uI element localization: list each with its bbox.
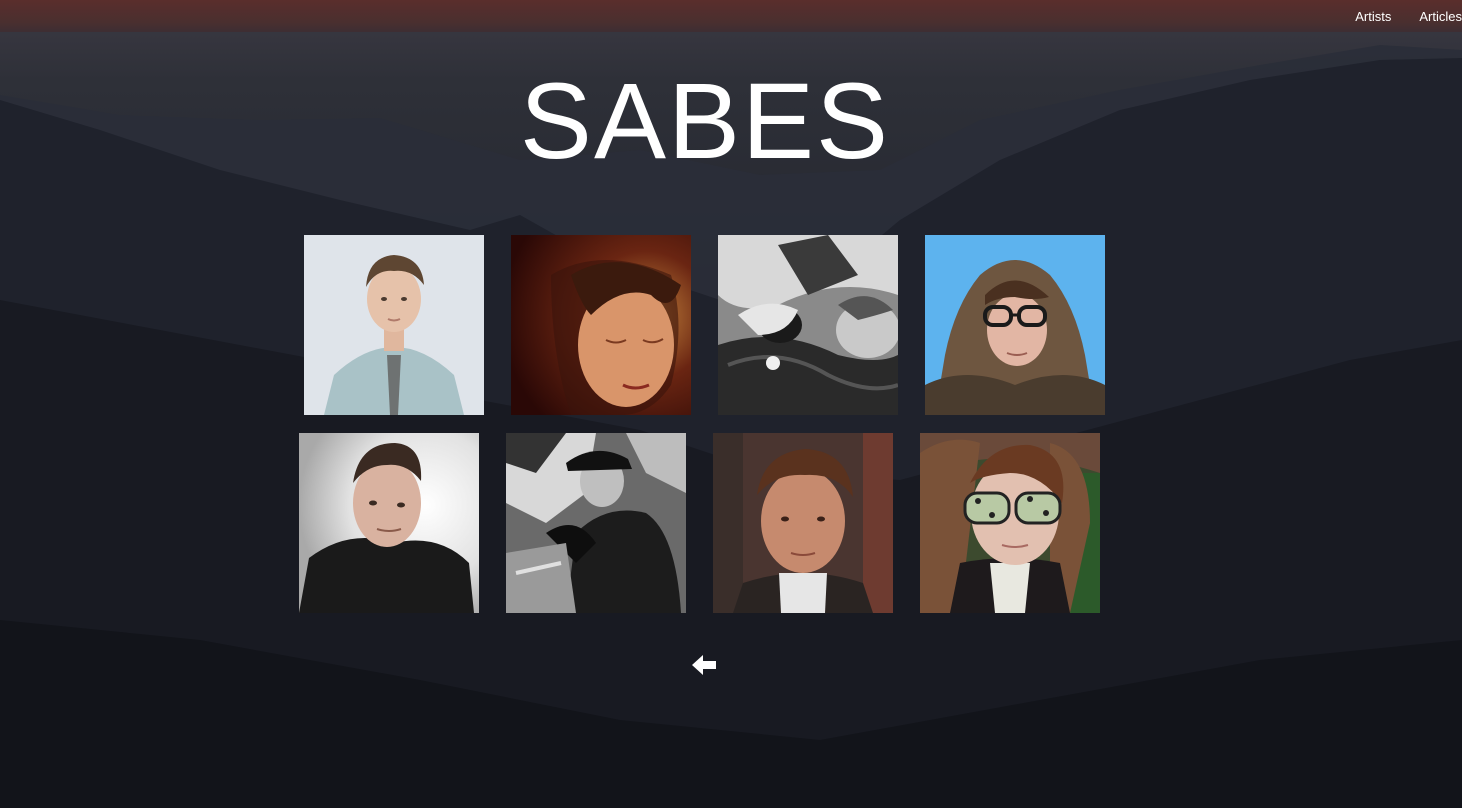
artist-photo-4 — [925, 235, 1105, 415]
artist-photo-3 — [718, 235, 898, 415]
page-title: SABES — [519, 60, 891, 181]
artist-photo-6 — [506, 433, 686, 613]
artist-thumbnail-8[interactable] — [920, 433, 1100, 613]
artist-thumbnail-7[interactable] — [713, 433, 893, 613]
page: Artists Articles SABES — [0, 0, 1462, 808]
back-arrow-button[interactable] — [690, 654, 718, 676]
artist-thumbnail-1[interactable] — [304, 235, 484, 415]
artist-photo-8 — [920, 433, 1100, 613]
artist-photo-1 — [304, 235, 484, 415]
top-nav-bar: Artists Articles — [0, 0, 1462, 32]
artist-photo-7 — [713, 433, 893, 613]
nav-link-artists[interactable]: Artists — [1355, 9, 1391, 24]
artist-photo-2 — [511, 235, 691, 415]
artist-thumbnail-6[interactable] — [506, 433, 686, 613]
main-nav: Artists Articles — [1327, 0, 1462, 32]
artist-thumbnail-3[interactable] — [718, 235, 898, 415]
nav-link-articles[interactable]: Articles — [1419, 9, 1462, 24]
artist-thumbnail-4[interactable] — [925, 235, 1105, 415]
artist-thumbnail-2[interactable] — [511, 235, 691, 415]
artist-thumbnail-5[interactable] — [299, 433, 479, 613]
back-arrow-icon — [692, 655, 716, 675]
artist-photo-5 — [299, 433, 479, 613]
